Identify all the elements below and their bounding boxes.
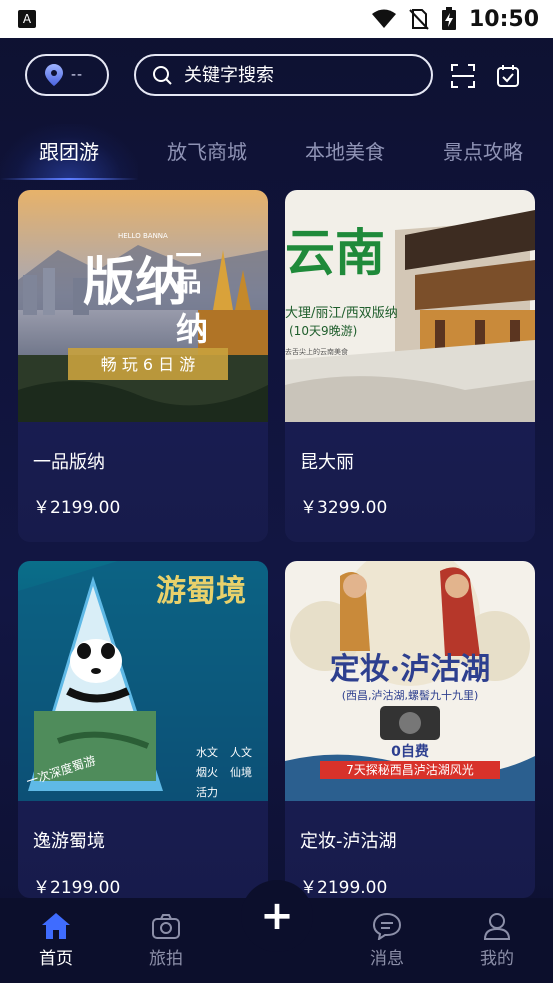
nav-label: 消息 xyxy=(370,949,404,969)
poster-bar: 7天探秘西昌泸沽湖风光 xyxy=(346,762,474,777)
status-right: 10:50 xyxy=(371,0,539,38)
add-post-button[interactable]: + xyxy=(241,880,313,952)
nav-label: 首页 xyxy=(39,949,73,969)
location-selector[interactable]: -- xyxy=(25,54,109,96)
poster-line1: 大理/丽江/西双版纳 xyxy=(285,306,398,321)
nav-home[interactable]: 首页 xyxy=(21,912,91,969)
plus-icon: + xyxy=(260,893,294,939)
camera-icon xyxy=(152,914,180,939)
calendar-check-icon[interactable] xyxy=(495,63,521,89)
chat-bubble-icon xyxy=(372,912,402,940)
poster-ribbon: 畅 玩 6 日 游 xyxy=(101,355,196,374)
status-time: 10:50 xyxy=(468,6,539,32)
no-sim-icon xyxy=(409,9,429,30)
product-image: 定妆·泸沽湖 (西昌,泸沽湖,螺髻九十九里) 0自费 7天探秘西昌泸沽湖风光 xyxy=(285,561,535,801)
poster-headline: 版纳 xyxy=(83,252,187,313)
poster-note: 仙境 xyxy=(230,765,252,779)
product-price: ￥3299.00 xyxy=(300,498,388,518)
poster-tail: 纳 xyxy=(176,310,208,348)
product-image: 畅 玩 6 日 游 一品 版纳 纳 HELLO BANNA xyxy=(18,190,268,422)
product-title: 逸游蜀境 xyxy=(33,831,105,852)
poster-headline: 游蜀境 xyxy=(156,574,246,609)
product-title: 一品版纳 xyxy=(33,452,105,473)
top-bar: -- xyxy=(0,38,553,114)
search-input[interactable] xyxy=(182,63,406,87)
poster-badge: 0自费 xyxy=(391,743,429,760)
wifi-icon xyxy=(371,9,396,28)
search-icon xyxy=(153,66,172,85)
product-image: 云南 大理/丽江/西双版纳 (10天9晚游) 去舌尖上的云南美食 xyxy=(285,190,535,422)
tab-local-food[interactable]: 本地美食 xyxy=(276,124,414,180)
nav-label: 我的 xyxy=(480,949,514,969)
product-card[interactable]: 定妆·泸沽湖 (西昌,泸沽湖,螺髻九十九里) 0自费 7天探秘西昌泸沽湖风光 定… xyxy=(285,561,535,898)
home-icon xyxy=(42,913,70,939)
product-price: ￥2199.00 xyxy=(33,878,121,898)
category-tabs: 跟团游 放飞商城 本地美食 景点攻略 xyxy=(0,124,553,180)
scan-icon[interactable] xyxy=(450,63,476,89)
tab-group-tour[interactable]: 跟团游 xyxy=(0,124,138,180)
product-card[interactable]: 畅 玩 6 日 游 一品 版纳 纳 HELLO BANNA 一品版纳 ￥2199… xyxy=(18,190,268,542)
nav-travel-photo[interactable]: 旅拍 xyxy=(131,912,201,969)
poster-line2: (10天9晚游) xyxy=(289,324,357,338)
poster-headline: 云南 xyxy=(285,223,385,282)
location-pin-icon xyxy=(45,64,63,86)
app-screen: A 10:50 -- 跟团游 放飞商城 本地 xyxy=(0,0,553,983)
poster-headline: 定妆·泸沽湖 xyxy=(330,652,490,687)
tab-mall[interactable]: 放飞商城 xyxy=(138,124,276,180)
product-card[interactable]: 云南 大理/丽江/西双版纳 (10天9晚游) 去舌尖上的云南美食 昆大丽 ￥32… xyxy=(285,190,535,542)
product-price: ￥2199.00 xyxy=(33,498,121,518)
product-card[interactable]: 游蜀境 一次深度蜀游 水文 人文 烟火 仙境 活力 逸游蜀境 ￥2199.00 xyxy=(18,561,268,898)
user-icon xyxy=(483,913,511,940)
nav-label: 旅拍 xyxy=(149,949,183,969)
product-title: 定妆-泸沽湖 xyxy=(300,831,397,852)
poster-line3: 去舌尖上的云南美食 xyxy=(285,347,348,356)
poster-small: HELLO BANNA xyxy=(118,232,168,240)
tab-attractions[interactable]: 景点攻略 xyxy=(414,124,552,180)
status-bar: A 10:50 xyxy=(0,0,553,38)
product-title: 昆大丽 xyxy=(300,452,354,473)
nav-profile[interactable]: 我的 xyxy=(462,912,532,969)
poster-sub: (西昌,泸沽湖,螺髻九十九里) xyxy=(342,688,479,702)
poster-note: 人文 xyxy=(230,745,252,759)
poster-note: 烟火 xyxy=(196,765,218,779)
product-image: 游蜀境 一次深度蜀游 水文 人文 烟火 仙境 活力 xyxy=(18,561,268,801)
poster-note: 活力 xyxy=(196,786,218,799)
poster-note: 水文 xyxy=(196,745,218,759)
battery-charging-icon xyxy=(441,7,456,30)
location-text: -- xyxy=(71,67,84,83)
search-bar[interactable] xyxy=(134,54,433,96)
product-price: ￥2199.00 xyxy=(300,878,388,898)
android-a-icon: A xyxy=(18,10,36,28)
nav-messages[interactable]: 消息 xyxy=(352,912,422,969)
